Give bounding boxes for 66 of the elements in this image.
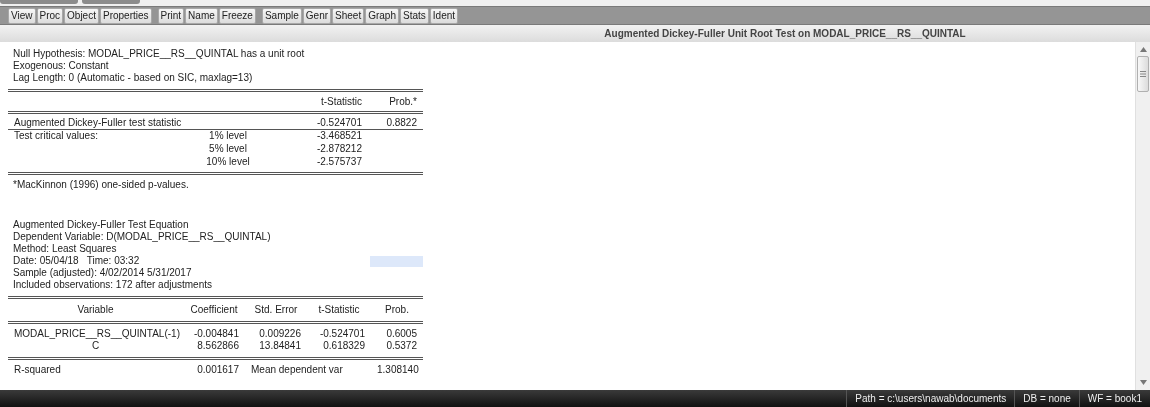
- table-cell-text: 10% level: [205, 156, 251, 168]
- toolbar-button[interactable]: Stats: [400, 7, 429, 24]
- table-cell-text: -2.878212: [315, 143, 363, 155]
- column-header: Coefficient: [189, 304, 239, 316]
- table-cell-text: C: [90, 340, 101, 352]
- column-header: Prob.*: [388, 96, 418, 108]
- toolbar-button[interactable]: Proc: [36, 7, 64, 24]
- report-line: Null Hypothesis: MODAL_PRICE__RS__QUINTAL has a unit root: [13, 48, 305, 60]
- table-cell-text: 0.618329: [322, 340, 366, 352]
- footnote: *MacKinnon (1996) one-sided p-values.: [13, 179, 189, 191]
- table-cell-text: 0.8822: [385, 117, 418, 129]
- status-item: DB = none: [1014, 390, 1079, 407]
- table-cell-text: Test critical values:: [13, 130, 99, 142]
- table-cell-text: R-squared: [13, 364, 62, 376]
- table-cell-text: 1.308140: [376, 364, 420, 376]
- table-cell-text: 0.001617: [196, 364, 240, 376]
- window-tab[interactable]: [82, 0, 140, 4]
- grip-icon: [1140, 71, 1146, 77]
- column-header: Variable: [76, 304, 115, 316]
- toolbar-button[interactable]: Name: [185, 7, 218, 24]
- toolbar-button[interactable]: Freeze: [218, 7, 256, 24]
- toolbar-button[interactable]: Properties: [99, 7, 152, 24]
- report-line: Sample (adjusted): 4/02/2014 5/31/2017: [13, 267, 192, 279]
- column-header: t-Statistic: [319, 96, 363, 108]
- scroll-thumb[interactable]: [1137, 56, 1149, 92]
- toolbar-button[interactable]: View: [8, 7, 36, 24]
- report-line: Date: 05/04/18 Time: 03:32: [13, 255, 140, 267]
- toolbar-button[interactable]: Print: [157, 7, 185, 24]
- column-header: Prob.: [384, 304, 410, 316]
- report-line: Exogenous: Constant: [13, 60, 109, 72]
- window-title: Augmented Dickey-Fuller Unit Root Test on MODAL_PRICE__RS__QUINTAL: [603, 28, 966, 39]
- toolbar-button[interactable]: Genr: [302, 7, 332, 24]
- status-item: Path = c:\users\nawab\documents: [846, 390, 1015, 407]
- table-cell-text: 8.562866: [196, 340, 240, 352]
- table-cell-text: 1% level: [208, 130, 248, 142]
- report-line: Method: Least Squares: [13, 243, 117, 255]
- table-cell-text: -0.524701: [315, 117, 363, 129]
- window-tab[interactable]: [0, 0, 78, 4]
- table-cell-text: -0.524701: [318, 328, 366, 340]
- table-cell-text: 13.84841: [258, 340, 302, 352]
- scrollbar[interactable]: [1135, 42, 1150, 390]
- toolbar-button[interactable]: Ident: [429, 7, 459, 24]
- column-header: t-Statistic: [317, 304, 361, 316]
- toolbar-button[interactable]: Sheet: [332, 7, 365, 24]
- column-header: Std. Error: [253, 304, 299, 316]
- table-cell-text: 0.009226: [258, 328, 302, 340]
- table-cell-text: -2.575737: [315, 156, 363, 168]
- table-cell-text: Mean dependent var: [250, 364, 344, 376]
- status-item: WF = book1: [1078, 390, 1150, 407]
- report-line: Included observations: 172 after adjustments: [13, 279, 212, 291]
- report-line: Lag Length: 0 (Automatic - based on SIC, maxlag=13): [13, 72, 253, 84]
- selected-cell[interactable]: [370, 255, 423, 267]
- report-line: Dependent Variable: D(MODAL_PRICE__RS__QUINTAL): [13, 231, 271, 243]
- toolbar-button[interactable]: Graph: [365, 7, 399, 24]
- table-cell-text: Augmented Dickey-Fuller test statistic: [13, 117, 183, 129]
- report-line: Augmented Dickey-Fuller Test Equation: [13, 219, 189, 231]
- toolbar-button[interactable]: Object: [64, 7, 99, 24]
- table-cell-text: 0.5372: [385, 340, 418, 352]
- toolbar-button[interactable]: Sample: [261, 7, 302, 24]
- scroll-down-icon[interactable]: [1139, 380, 1147, 385]
- table-cell-text: 5% level: [208, 143, 248, 155]
- scroll-up-icon[interactable]: [1139, 47, 1147, 52]
- table-cell-text: -3.468521: [315, 130, 363, 142]
- table-cell-text: MODAL_PRICE__RS__QUINTAL(-1): [13, 328, 181, 340]
- table-cell-text: -0.004841: [192, 328, 240, 340]
- table-cell-text: 0.6005: [385, 328, 418, 340]
